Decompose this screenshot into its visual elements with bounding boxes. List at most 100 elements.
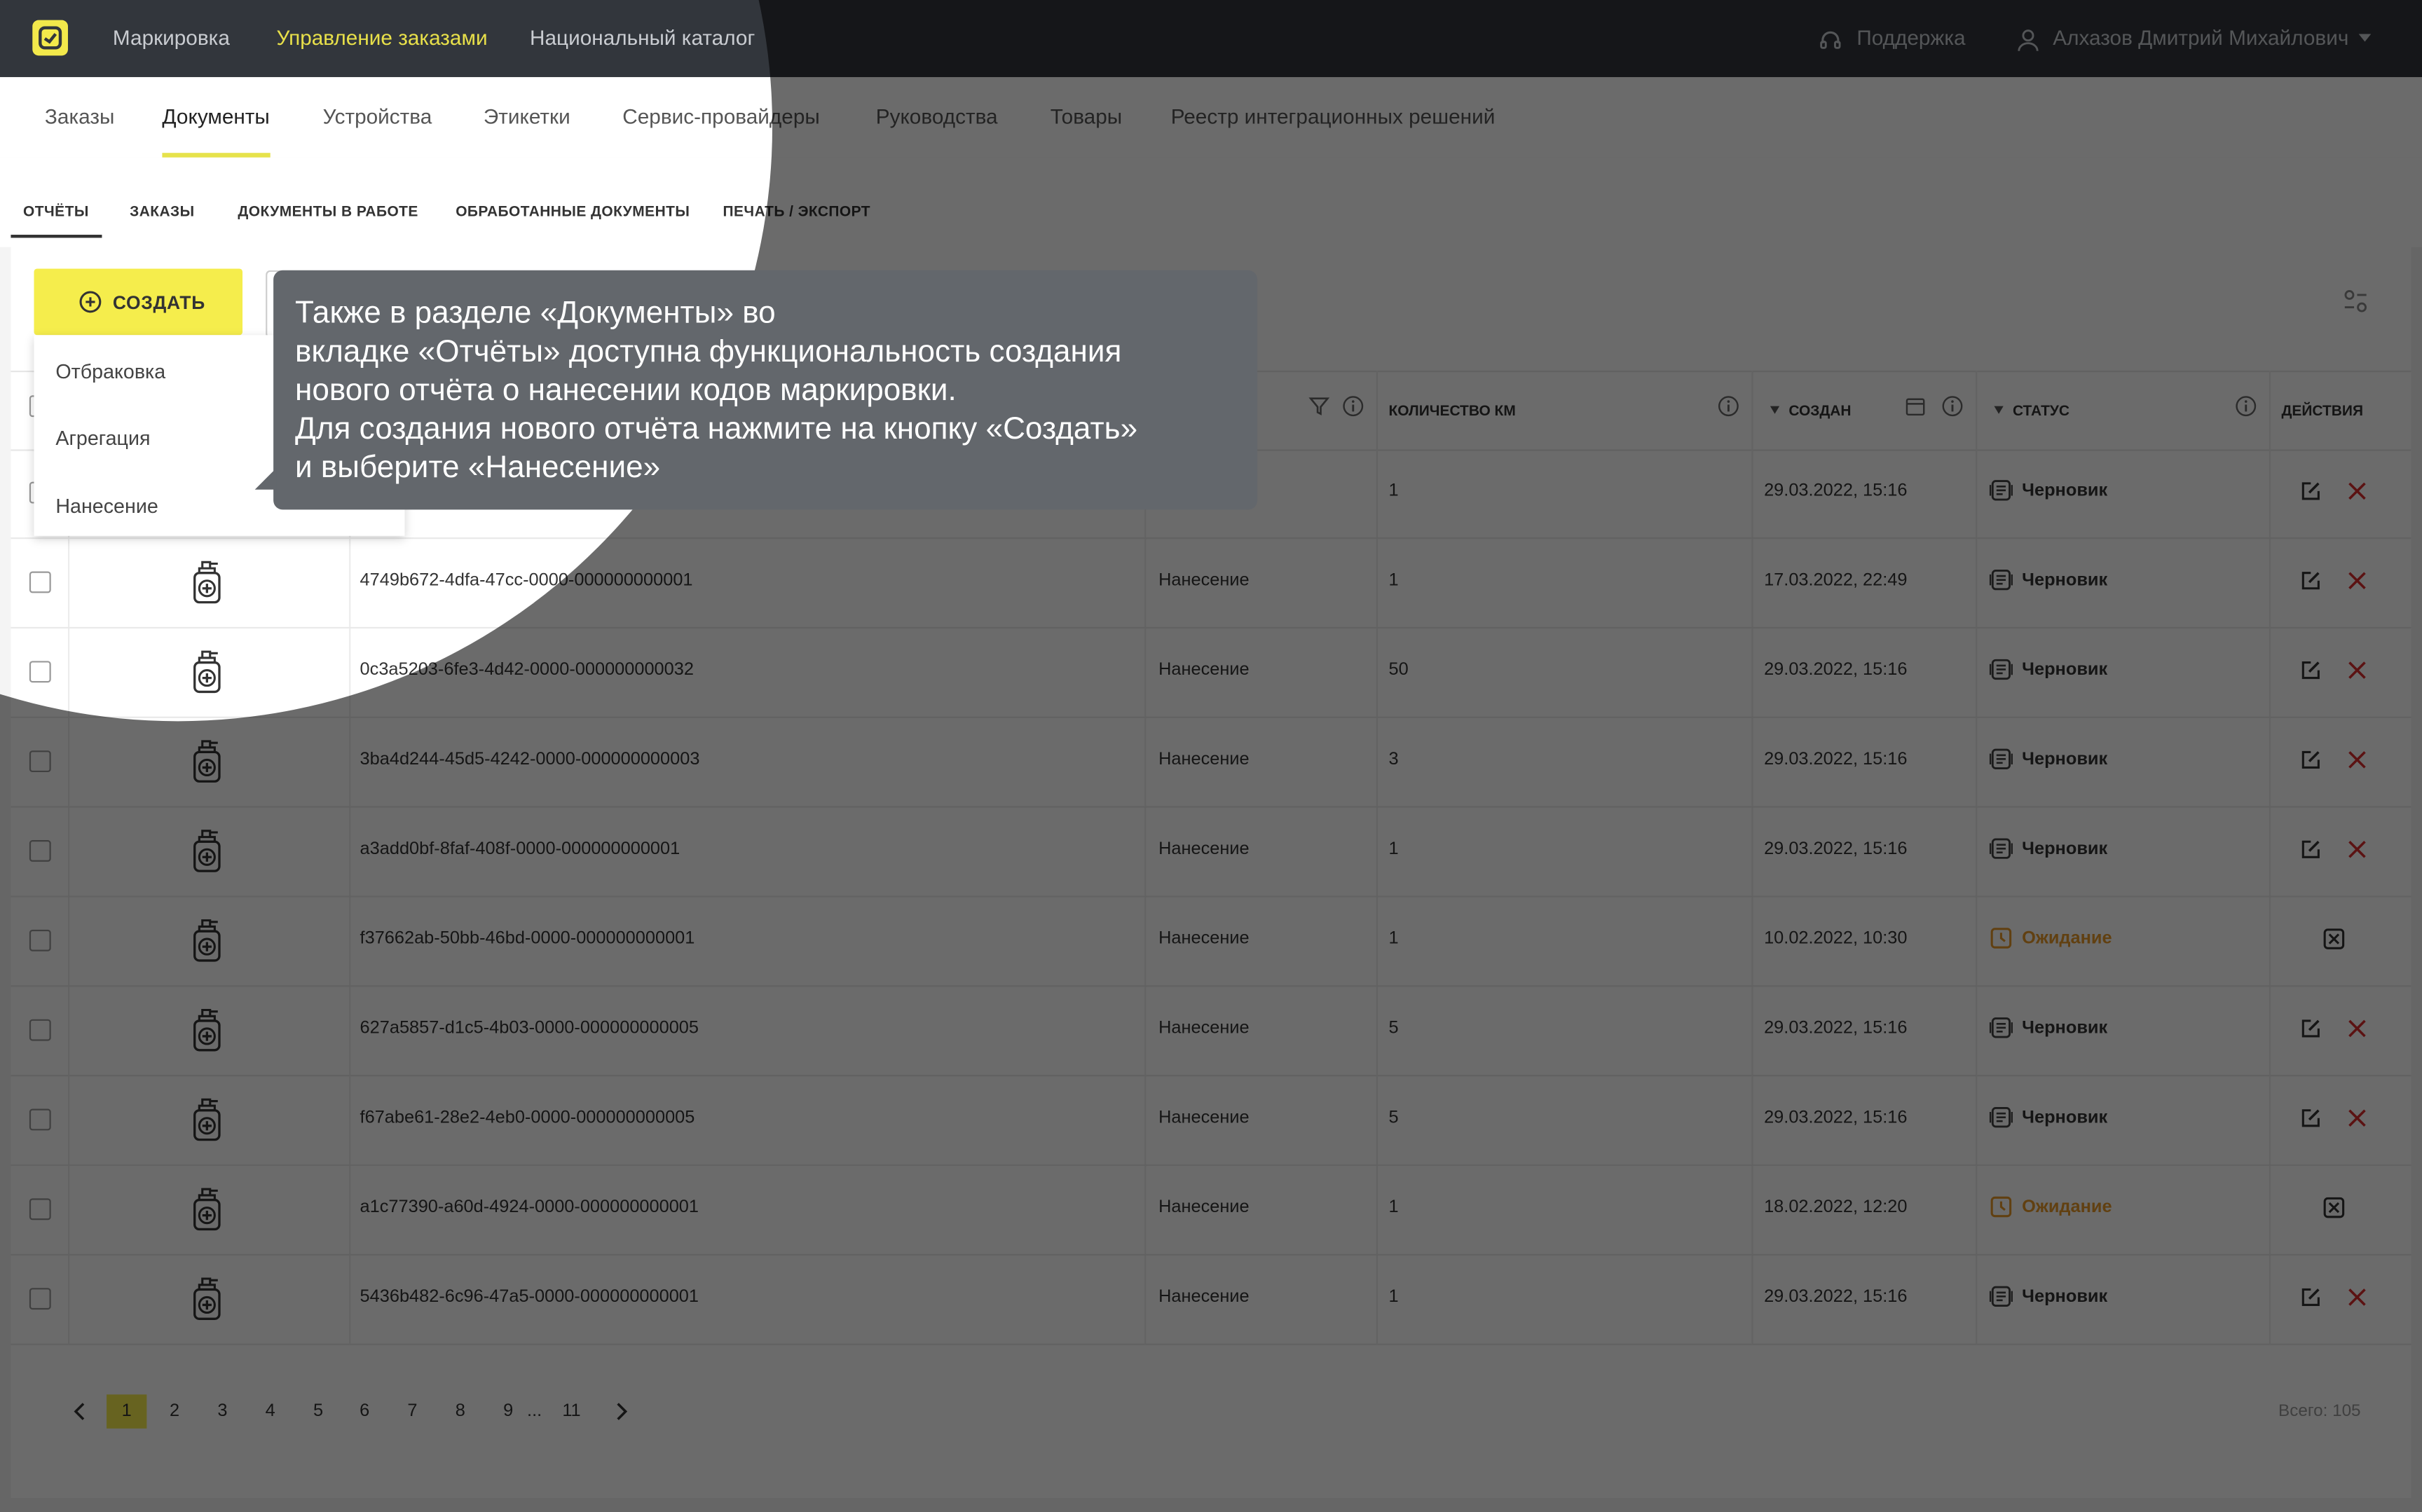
column-settings-icon[interactable] (2344, 289, 2368, 321)
status-label: Черновик (2022, 840, 2108, 859)
chevron-left-icon[interactable] (73, 1402, 88, 1420)
tab-goods[interactable]: Товары (1051, 105, 1122, 128)
table-row[interactable]: a3add0bf-8faf-408f-0000-000000000001 Нане… (11, 806, 2411, 898)
doc-id[interactable]: 627a5857-d1c5-4b03-0000-000000000005 (360, 1019, 699, 1038)
table-row[interactable]: f37662ab-50bb-46bd-0000-000000000001 Нане… (11, 895, 2411, 987)
doc-id[interactable]: a3add0bf-8faf-408f-0000-000000000001 (360, 840, 680, 858)
info-icon[interactable] (1718, 395, 1739, 417)
delete-icon[interactable] (2346, 1286, 2368, 1316)
doc-id[interactable]: a1c77390-a60d-4924-0000-000000000001 (360, 1198, 699, 1216)
row-checkbox[interactable] (29, 750, 51, 773)
dropdown-item-application[interactable]: Нанесение (55, 494, 158, 517)
doc-id[interactable]: 0c3a5203-6fe3-4d42-0000-000000000032 (360, 661, 694, 679)
page-button[interactable]: 8 (440, 1394, 480, 1428)
topnav-order-management[interactable]: Управление заказами (277, 26, 488, 49)
table-row[interactable]: 627a5857-d1c5-4b03-0000-000000000005 Нане… (11, 985, 2411, 1077)
doc-id[interactable]: f37662ab-50bb-46bd-0000-000000000001 (360, 930, 695, 948)
tab-integration-registry[interactable]: Реестр интеграционных решений (1171, 105, 1496, 128)
row-checkbox[interactable] (29, 1288, 51, 1310)
edit-icon[interactable] (2300, 1286, 2322, 1316)
user-menu[interactable]: Алхазов Дмитрий Михайлович (2016, 26, 2371, 51)
row-checkbox[interactable] (29, 929, 51, 951)
tab-documents[interactable]: Документы (162, 105, 270, 158)
subtab-orders[interactable]: ЗАКАЗЫ (130, 204, 194, 221)
delete-icon[interactable] (2346, 839, 2368, 868)
logo-icon[interactable] (32, 20, 68, 56)
sort-icon (1994, 406, 2004, 414)
header-created[interactable]: СОЗДАН (1770, 403, 1852, 420)
info-icon[interactable] (2235, 395, 2257, 417)
row-checkbox[interactable] (29, 661, 51, 683)
page-button[interactable]: 1 (107, 1394, 147, 1429)
table-row[interactable]: 5436b482-6c96-47a5-0000-000000000001 Нане… (11, 1254, 2411, 1345)
top-bar: Маркировка Управление заказами Националь… (0, 0, 2422, 78)
edit-icon[interactable] (2300, 1107, 2322, 1136)
page-button[interactable]: 7 (392, 1394, 432, 1428)
page-button[interactable]: 6 (345, 1394, 385, 1428)
delete-icon[interactable] (2346, 480, 2368, 509)
tab-service-providers[interactable]: Сервис-провайдеры (622, 105, 820, 128)
page-button[interactable]: 2 (154, 1394, 194, 1428)
soap-bottle-icon (190, 1276, 224, 1330)
create-button[interactable]: СОЗДАТЬ (34, 268, 243, 336)
table-row[interactable]: 4749b672-4dfa-47cc-0000-000000000001 Нане… (11, 537, 2411, 629)
page-button[interactable]: 11 (552, 1394, 591, 1428)
row-checkbox[interactable] (29, 1108, 51, 1131)
header-status[interactable]: СТАТУС (1994, 403, 2069, 420)
info-icon[interactable] (1942, 395, 1964, 417)
tab-devices[interactable]: Устройства (323, 105, 432, 128)
status-label: Черновик (2022, 1288, 2108, 1307)
subtab-print-export[interactable]: ПЕЧАТЬ / ЭКСПОРТ (723, 204, 871, 221)
calendar-icon[interactable] (1905, 395, 1927, 417)
cancel-icon[interactable] (2323, 1197, 2345, 1226)
edit-icon[interactable] (2300, 1018, 2322, 1047)
doc-type: Нанесение (1158, 929, 1250, 949)
doc-id[interactable]: 4749b672-4dfa-47cc-0000-000000000001 (360, 572, 693, 590)
doc-qty: 1 (1388, 1288, 1399, 1307)
subtab-docs-in-work[interactable]: ДОКУМЕНТЫ В РАБОТЕ (238, 204, 418, 221)
topnav-marking[interactable]: Маркировка (113, 26, 230, 49)
edit-icon[interactable] (2300, 839, 2322, 868)
page-button[interactable]: 5 (298, 1394, 338, 1428)
delete-icon[interactable] (2346, 1107, 2368, 1136)
table-row[interactable]: 3ba4d244-45d5-4242-0000-000000000003 Нане… (11, 717, 2411, 808)
delete-icon[interactable] (2346, 1018, 2368, 1047)
subtabs: ОТЧЁТЫ ЗАКАЗЫ ДОКУМЕНТЫ В РАБОТЕ ОБРАБОТ… (0, 157, 2422, 247)
table-row[interactable]: a1c77390-a60d-4924-0000-000000000001 Нане… (11, 1164, 2411, 1256)
edit-icon[interactable] (2300, 570, 2322, 599)
table-row[interactable]: f67abe61-28e2-4eb0-0000-000000000005 Нане… (11, 1075, 2411, 1167)
chevron-right-icon[interactable] (613, 1402, 629, 1420)
row-checkbox[interactable] (29, 1019, 51, 1041)
soap-bottle-icon (190, 1186, 224, 1240)
dropdown-item-reject[interactable]: Отбраковка (55, 360, 165, 383)
row-checkbox[interactable] (29, 1198, 51, 1221)
edit-icon[interactable] (2300, 480, 2322, 509)
subtab-reports[interactable]: ОТЧЁТЫ (11, 204, 101, 238)
tab-orders[interactable]: Заказы (45, 105, 114, 128)
doc-id[interactable]: 3ba4d244-45d5-4242-0000-000000000003 (360, 750, 700, 769)
edit-icon[interactable] (2300, 659, 2322, 689)
filter-icon[interactable] (1308, 395, 1330, 417)
support-link[interactable]: Поддержка (1818, 26, 1966, 50)
tooltip-line: Также в разделе «Документы» во (294, 296, 776, 331)
page-button[interactable]: 3 (203, 1394, 242, 1428)
total-count: Всего: 105 (2278, 1402, 2361, 1421)
delete-icon[interactable] (2346, 659, 2368, 689)
page-button[interactable]: 4 (250, 1394, 290, 1428)
table-row[interactable]: 0c3a5203-6fe3-4d42-0000-000000000032 Нане… (11, 627, 2411, 718)
info-icon[interactable] (1342, 395, 1364, 417)
dropdown-item-aggregation[interactable]: Агрегация (55, 426, 150, 449)
doc-id[interactable]: f67abe61-28e2-4eb0-0000-000000000005 (360, 1109, 695, 1127)
tab-manuals[interactable]: Руководства (876, 105, 998, 128)
header-qty[interactable]: КОЛИЧЕСТВО КМ (1388, 403, 1515, 420)
tab-labels[interactable]: Этикетки (484, 105, 570, 128)
edit-icon[interactable] (2300, 749, 2322, 778)
delete-icon[interactable] (2346, 749, 2368, 778)
delete-icon[interactable] (2346, 570, 2368, 599)
doc-id[interactable]: 5436b482-6c96-47a5-0000-000000000001 (360, 1288, 699, 1306)
row-checkbox[interactable] (29, 840, 51, 862)
subtab-processed-docs[interactable]: ОБРАБОТАННЫЕ ДОКУМЕНТЫ (456, 204, 690, 221)
row-checkbox[interactable] (29, 571, 51, 593)
cancel-icon[interactable] (2323, 928, 2345, 958)
topnav-national-catalog[interactable]: Национальный каталог (530, 26, 755, 49)
